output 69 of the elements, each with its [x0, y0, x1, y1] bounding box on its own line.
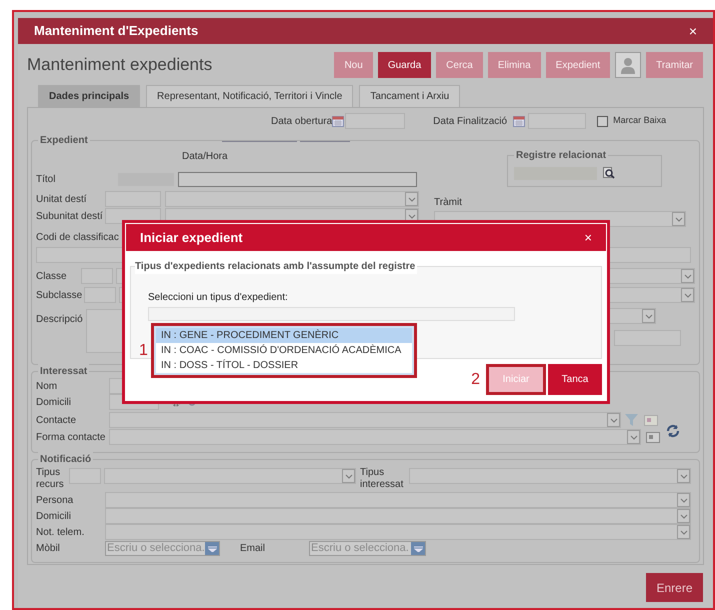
- field-label: Codi de classificac: [36, 231, 119, 245]
- field-label: Tràmit: [434, 196, 463, 210]
- close-button[interactable]: ×: [584, 228, 592, 248]
- combo-box[interactable]: Escriu o selecciona.: [105, 541, 220, 556]
- checkbox[interactable]: [597, 116, 608, 126]
- close-button[interactable]: ×: [688, 20, 697, 42]
- user-button[interactable]: [615, 52, 642, 78]
- field-label: Classe: [36, 270, 68, 284]
- list-item[interactable]: IN : DOSS - TÍTOL - DOSSIER: [156, 358, 412, 373]
- window-title: Manteniment d'Expedients: [34, 22, 198, 40]
- dialog-title: Iniciar expedient: [140, 228, 243, 247]
- card-icon[interactable]: [646, 432, 660, 442]
- chevron-icon: [677, 525, 690, 539]
- group-legend: Expedient: [38, 133, 90, 148]
- field-label: Tipus interessat: [360, 467, 404, 491]
- filter-icon[interactable]: [625, 414, 638, 426]
- caret-icon: [411, 542, 425, 555]
- field-label: Email: [240, 542, 266, 556]
- chevron-icon: [677, 509, 690, 523]
- chevron-icon: [672, 212, 685, 226]
- chevron-icon: [677, 469, 690, 483]
- field-label: Not. telem.: [36, 526, 86, 540]
- caret-icon: [205, 542, 219, 555]
- dialog-button[interactable]: Tanca: [548, 364, 602, 395]
- chevron-icon: [627, 430, 640, 444]
- field-label: Títol: [36, 173, 56, 187]
- field-label: Forma contacte: [36, 430, 106, 444]
- field-label: Data obertura: [271, 114, 332, 128]
- refresh-icon[interactable]: [666, 424, 680, 438]
- card-icon[interactable]: [644, 414, 658, 426]
- field-label: Seleccioni un tipus d'expedient:: [148, 291, 288, 305]
- chevron-icon: [607, 413, 620, 427]
- tab[interactable]: Tancament i Arxiu: [359, 85, 460, 107]
- group-legend: Registre relacionat: [514, 148, 608, 163]
- field-label: Mòbil: [36, 542, 61, 556]
- page-title: Manteniment expedients: [27, 54, 212, 76]
- group-legend: Tipus d'expedients relacionats amb l'assumpte del registre: [135, 259, 418, 274]
- annotation-number: 1: [139, 340, 149, 360]
- input-field[interactable]: [345, 113, 406, 129]
- tab[interactable]: Dades principals: [38, 85, 140, 107]
- search-icon[interactable]: [603, 167, 615, 179]
- user-icon: [621, 56, 636, 74]
- field-label: Domicili: [36, 510, 72, 524]
- chevron-icon: [342, 469, 355, 483]
- toolbar-button[interactable]: Guarda: [378, 52, 432, 78]
- field-label: Tipus recurs: [36, 467, 65, 491]
- field-label: Domicili: [36, 396, 72, 410]
- tab[interactable]: Representant, Notificació, Territori i Vincle: [146, 85, 354, 107]
- field-label: Persona: [36, 494, 74, 508]
- calendar-icon: [332, 116, 344, 126]
- field-label: Data/Hora: [182, 150, 228, 164]
- back-button[interactable]: Enrere: [646, 573, 703, 602]
- field-label: Nom: [36, 380, 58, 394]
- field-label: Contacte: [36, 414, 78, 428]
- chevron-icon: [642, 309, 655, 323]
- chevron-icon: [405, 192, 418, 206]
- list-item[interactable]: IN : COAC - COMISSIÓ D'ORDENACIÓ ACADÈMICA: [156, 343, 412, 358]
- combo-box[interactable]: Escriu o selecciona.: [309, 541, 426, 556]
- field-label: Descripció: [36, 313, 84, 327]
- field-label: Subunitat destí: [36, 210, 104, 224]
- list-item[interactable]: IN : GENE - PROCEDIMENT GENÈRIC: [156, 328, 412, 343]
- input-field[interactable]: [178, 172, 417, 187]
- field-label: Data Finalització: [433, 114, 508, 128]
- checkbox-label: Marcar Baixa: [613, 114, 666, 128]
- field-label: Unitat destí: [36, 192, 88, 206]
- field-label: Subclasse: [36, 288, 84, 302]
- calendar-icon: [513, 116, 526, 126]
- annotation-number: 2: [471, 370, 480, 390]
- chevron-icon: [677, 493, 690, 507]
